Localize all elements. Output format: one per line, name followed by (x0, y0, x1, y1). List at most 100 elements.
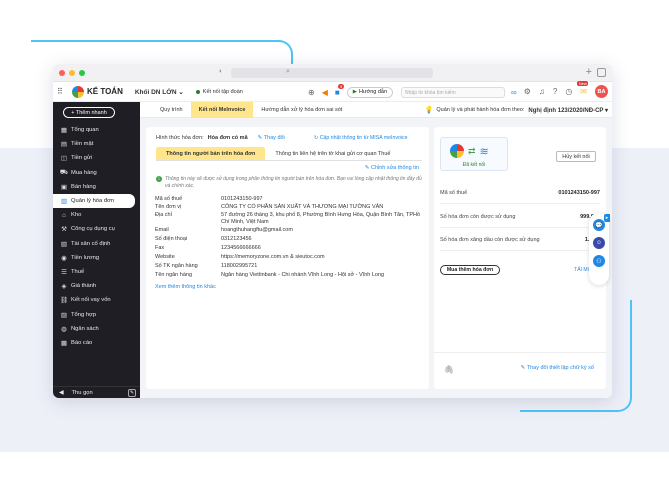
tools-icon: ⚒ (61, 226, 67, 234)
sidebar-item[interactable]: ▩ Báo cáo (53, 336, 140, 350)
bank-icon: ◫ (60, 155, 68, 163)
divider (440, 227, 600, 228)
megaphone-icon[interactable]: ◀ (322, 88, 328, 97)
sidebar-item-label: Tổng hợp (71, 311, 97, 318)
expand-panel-icon[interactable]: ▸ (604, 214, 610, 222)
sidebar-item[interactable]: ⛟ Mua hàng (53, 166, 140, 180)
sidebar-item[interactable]: ◍ Ngân sách (53, 322, 140, 336)
tab-error-guide[interactable]: Hướng dẫn xử lý hóa đơn sai sót (253, 102, 350, 118)
invoice-stat: Mã số thuế 0101243150-997 (440, 190, 600, 196)
tab-process[interactable]: Quy trình (152, 102, 191, 118)
subtab-seller-info[interactable]: Thông tin người bán trên hóa đơn (156, 147, 266, 160)
bell-icon[interactable]: ♫ (539, 87, 545, 96)
summary-icon: ▨ (60, 311, 68, 319)
search-input[interactable]: Nhập từ khóa tìm kiếm (401, 86, 506, 98)
divider (440, 203, 600, 204)
sidebar-item[interactable]: ◫ Tiền gửi (53, 151, 140, 165)
sidebar-item-label: Công cụ dụng cụ (71, 226, 115, 233)
collapse-sidebar-button[interactable]: ◀ Thu gọn ✎ (53, 386, 140, 398)
more-info-link[interactable]: Xem thêm thông tin khác (155, 284, 425, 290)
quick-add-button[interactable]: + Thêm nhanh (63, 107, 115, 118)
bot-icon[interactable]: ☺ (593, 237, 605, 249)
help-icon[interactable]: ? (553, 87, 557, 96)
sidebar-item[interactable]: ☰ Thuế (53, 265, 140, 279)
sidebar-item[interactable]: ◈ Giá thành (53, 279, 140, 293)
sidebar-item-label: Kết nối vay vốn (71, 297, 111, 304)
decree-selector[interactable]: 💡 Quản lý và phát hành hóa đơn theo: Ngh… (425, 106, 608, 114)
stat-label: Mã số thuế (440, 190, 468, 196)
download-icon[interactable]: ⊕ (308, 88, 315, 97)
partner-logo-icon[interactable]: ∞ (511, 88, 517, 97)
minimize-dot[interactable] (69, 69, 75, 76)
mail-icon[interactable]: ✉ New (577, 81, 589, 96)
asset-icon: ▧ (60, 240, 68, 248)
seller-info-card: Hình thức hóa đơn: Hóa đơn có mã ✎ Thay … (146, 127, 429, 389)
floating-support-panel: 💬 ☺ ⚇ (589, 213, 609, 285)
misa-logo-icon (450, 144, 464, 158)
stat-value: 0101243150-997 (558, 190, 600, 196)
info-subtabs: Thông tin người bán trên hóa đơn Thông t… (156, 147, 422, 161)
sync-arrows-icon: ⇄ (468, 145, 476, 156)
help-button[interactable]: ▶ Hướng dẫn (346, 86, 394, 98)
sidebar-item[interactable]: ▦ Tổng quan (53, 123, 140, 137)
tab-meinvoice[interactable]: Kết nối MeInvoice (190, 101, 254, 118)
sidebar-nav: ▦ Tổng quan ▤ Tiền mặt ◫ Tiền gửi ⛟ Mua hàng ▣ Bá… (53, 123, 140, 350)
url-bar[interactable] (231, 68, 433, 78)
sidebar-item[interactable]: ▧ Tài sản cố định (53, 237, 140, 251)
info-label: Số TK ngân hàng (155, 263, 198, 269)
info-value: hoangthuhangftu@gmail.com (221, 227, 293, 233)
paperclip-icon[interactable]: 🖇 (444, 365, 454, 374)
close-dot[interactable] (59, 69, 65, 76)
pencil-icon[interactable]: ✎ (128, 389, 136, 397)
tabs-icon[interactable] (597, 68, 606, 77)
meinvoice-logo-icon: ≋ (479, 145, 489, 158)
sidebar-item-label: Thuế (71, 268, 85, 275)
sidebar: + Thêm nhanh ▦ Tổng quan ▤ Tiền mặt ◫ Tiền gử… (53, 102, 140, 398)
arrow-left-icon: ◀ (59, 389, 64, 396)
connection-status-box: ⇄ ≋ Đã kết nối (440, 137, 508, 171)
cost-icon: ◈ (61, 283, 67, 291)
change-link[interactable]: ✎ Thay đổi (258, 135, 285, 141)
org-selector[interactable]: Khối DN LỚN ⌄ (135, 88, 184, 96)
new-tab-icon[interactable]: + (586, 66, 592, 78)
update-from-meinvoice-link[interactable]: ↻ Cập nhật thông tin từ MISA meInvoice (314, 135, 407, 141)
sidebar-item-label: Mua hàng (71, 169, 97, 176)
info-row: Địa chỉ 57 đường 26 tháng 3, khu phố 8, P… (155, 212, 425, 227)
community-icon[interactable]: ⚇ (593, 255, 605, 267)
sidebar-item[interactable]: ▤ Tiền mặt (53, 137, 140, 151)
sidebar-item-label: Quản lý hóa đơn (71, 198, 115, 205)
info-label: Fax (155, 245, 165, 251)
search-icon: ⌕ (286, 68, 290, 75)
gift-icon[interactable]: ■ 9 (335, 83, 344, 97)
change-signature-link[interactable]: ✎ Thay đổi thiết lập chữ ký số (521, 365, 594, 371)
sidebar-item[interactable]: ▥ Quản lý hóa đơn (53, 193, 135, 209)
edit-info-link[interactable]: ✎ Chỉnh sửa thông tin (365, 165, 419, 171)
apps-grid-icon[interactable]: ⠿ (57, 87, 69, 96)
connection-card: ⇄ ≋ Đã kết nối Hủy kết nối Mã số thuế 010… (434, 127, 606, 389)
sidebar-item[interactable]: ▣ Bán hàng (53, 180, 140, 194)
sidebar-item[interactable]: ⌂ Kho (53, 208, 140, 222)
sidebar-item[interactable]: ◉ Tiền lương (53, 251, 140, 265)
info-value: 1234566666666 (221, 245, 261, 251)
invoice-stat: Số hóa đơn xăng dầu còn được sử dụng1.22… (440, 237, 600, 243)
maximize-dot[interactable] (79, 69, 85, 76)
loan-icon: ⛓ (59, 297, 69, 305)
sidebar-item-label: Tổng quan (71, 127, 99, 134)
buy-invoices-button[interactable]: Mua thêm hóa đơn (440, 265, 500, 275)
sidebar-item[interactable]: ⛓ Kết nối vay vốn (53, 293, 140, 307)
info-label: Tên đơn vị (155, 204, 182, 210)
lightbulb-icon: 💡 (424, 107, 434, 114)
subtab-tax-contact[interactable]: Thông tin liên hệ trên tờ khai gửi cơ qu… (265, 147, 400, 160)
disconnect-button[interactable]: Hủy kết nối (556, 151, 596, 162)
avatar[interactable]: BA (595, 85, 608, 98)
info-row: Website https://memoryzone.com.vn & sieut… (155, 254, 425, 263)
status-dot-icon (195, 89, 200, 94)
divider (440, 250, 600, 251)
clock-icon[interactable]: ◷ (565, 87, 572, 96)
info-value: 57 đường 26 tháng 3, khu phố 8, Phường B… (221, 212, 421, 225)
group-connection[interactable]: Kết nối tập đoàn (195, 89, 243, 95)
gear-icon[interactable]: ⚙ (524, 87, 531, 96)
sidebar-item[interactable]: ⚒ Công cụ dụng cụ (53, 222, 140, 236)
sidebar-item[interactable]: ▨ Tổng hợp (53, 307, 140, 321)
main-content: Quy trình Kết nối MeInvoice Hướng dẫn xử… (140, 101, 612, 398)
